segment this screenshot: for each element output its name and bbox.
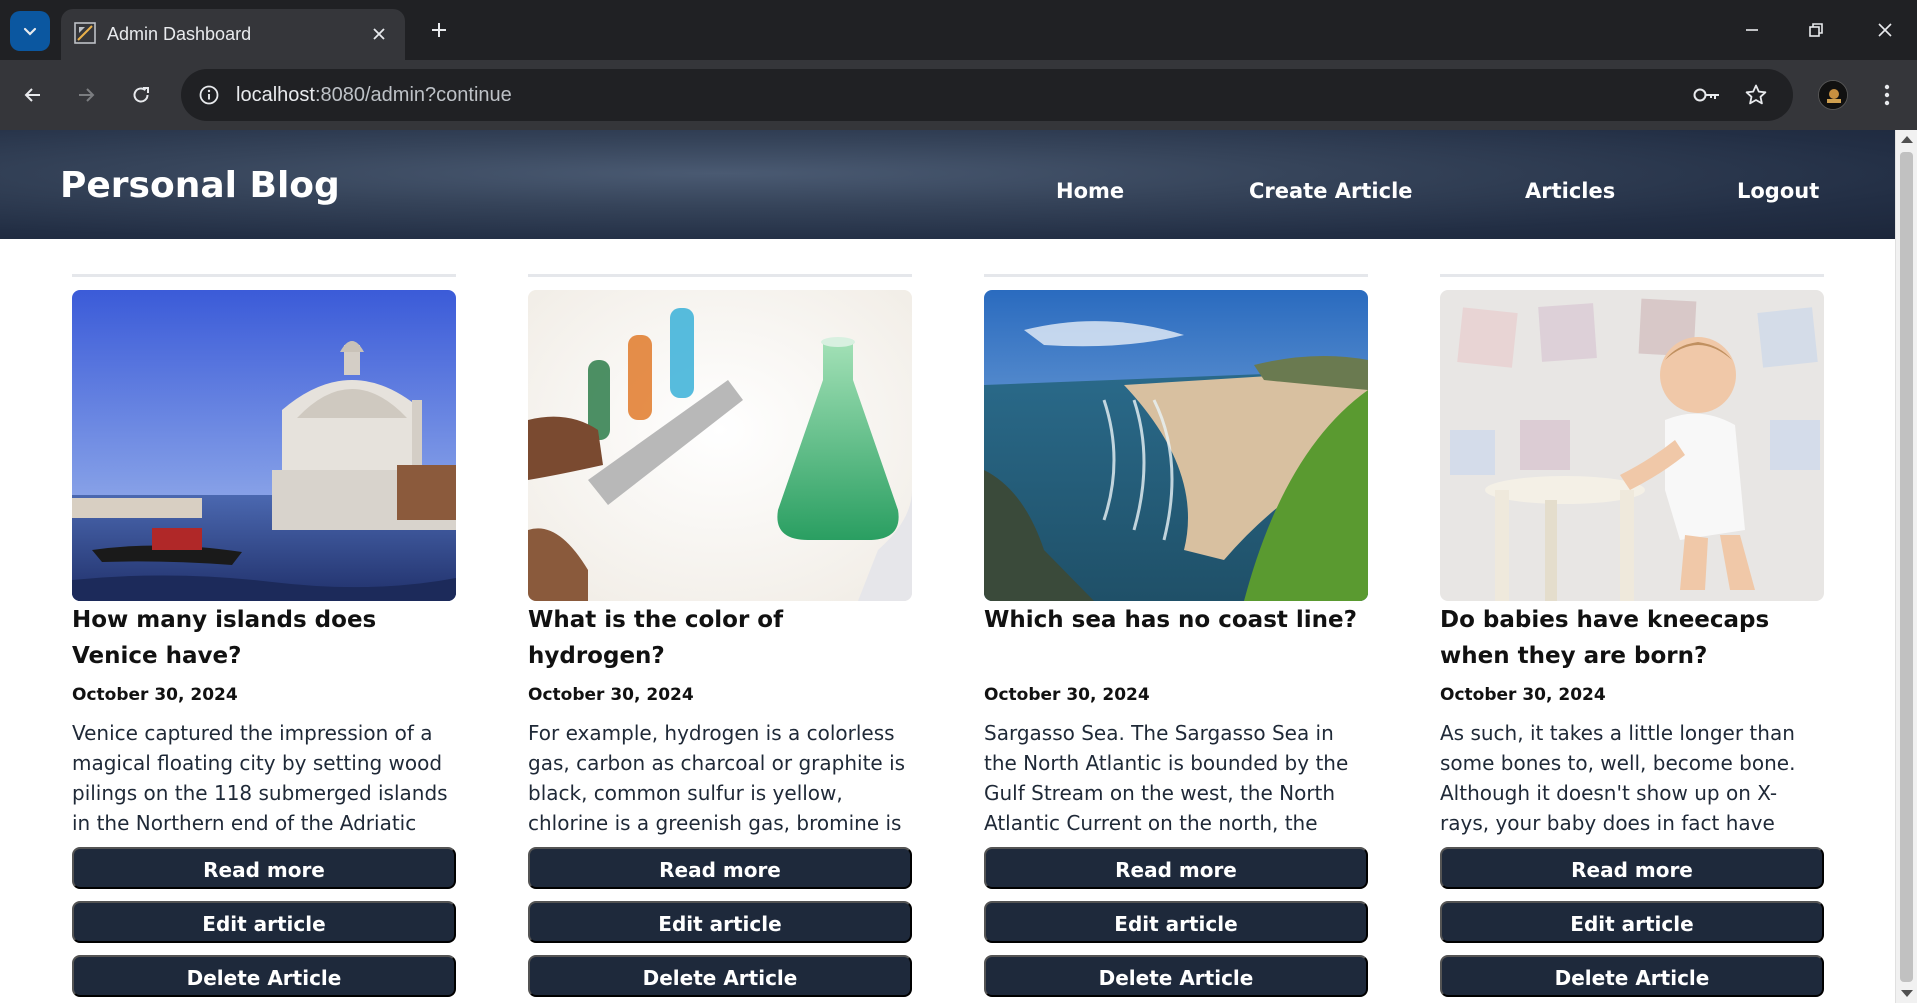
article-date: October 30, 2024 (72, 685, 238, 705)
restore-button[interactable] (1796, 10, 1836, 50)
article-title: Do babies have kneecaps when they are bo… (1440, 607, 1770, 669)
close-icon (373, 28, 385, 40)
article-card: Do babies have kneecaps when they are bo… (1440, 274, 1824, 1003)
edit-article-button[interactable]: Edit article (1440, 901, 1824, 943)
coastline-photo (984, 290, 1368, 601)
new-tab-button[interactable] (424, 12, 454, 48)
arrow-left-icon (24, 88, 40, 102)
article-card: Which sea has no coast line? October 30,… (984, 274, 1368, 1003)
window-close-button[interactable] (1865, 10, 1905, 50)
read-more-button[interactable]: Read more (528, 847, 912, 889)
info-icon (199, 85, 219, 105)
article-excerpt: For example, hydrogen is a colorless gas… (528, 721, 906, 835)
read-more-button[interactable]: Read more (1440, 847, 1824, 889)
delete-article-button[interactable]: Delete Article (1440, 955, 1824, 997)
tab-title: Admin Dashboard (107, 24, 252, 44)
minimize-icon (1746, 29, 1758, 31)
article-excerpt: As such, it takes a little longer than s… (1440, 721, 1796, 835)
star-icon (1745, 84, 1767, 105)
delete-article-button[interactable]: Delete Article (72, 955, 456, 997)
page-scrollbar[interactable] (1895, 130, 1917, 1003)
bookmark-button[interactable] (1740, 79, 1772, 111)
article-excerpt: Venice captured the impression of a magi… (72, 721, 448, 835)
article-date: October 30, 2024 (984, 685, 1150, 705)
browser-toolbar: localhost:8080/admin?continue (0, 60, 1917, 130)
restore-icon (1809, 23, 1823, 37)
article-image (528, 290, 912, 601)
article-image (72, 290, 456, 601)
tab-search-button[interactable] (10, 11, 50, 51)
key-icon (1693, 88, 1719, 102)
browser-tab-strip: Admin Dashboard (0, 0, 1917, 60)
article-date: October 30, 2024 (528, 685, 694, 705)
chevron-down-icon (23, 27, 37, 36)
site-info-button[interactable] (195, 81, 223, 109)
back-button[interactable] (13, 75, 53, 115)
scroll-up-arrow-icon[interactable] (1901, 136, 1913, 143)
card-divider (72, 274, 456, 277)
article-image (1440, 290, 1824, 601)
delete-article-button[interactable]: Delete Article (528, 955, 912, 997)
article-title: Which sea has no coast line? (984, 607, 1357, 633)
card-divider (1440, 274, 1824, 277)
url-text: localhost:8080/admin?continue (236, 81, 512, 109)
article-image (984, 290, 1368, 601)
test-tubes-photo (528, 290, 912, 601)
delete-article-button[interactable]: Delete Article (984, 955, 1368, 997)
minimize-button[interactable] (1732, 10, 1772, 50)
reload-icon (133, 87, 149, 103)
plus-icon (432, 23, 446, 37)
password-manager-button[interactable] (1691, 79, 1723, 111)
url-host: localhost (236, 84, 315, 106)
favicon-icon (74, 22, 96, 44)
card-divider (528, 274, 912, 277)
read-more-button[interactable]: Read more (72, 847, 456, 889)
nav-home[interactable]: Home (1056, 177, 1124, 205)
article-excerpt: Sargasso Sea. The Sargasso Sea in the No… (984, 721, 1349, 835)
scroll-down-arrow-icon[interactable] (1901, 990, 1913, 997)
nav-create-article[interactable]: Create Article (1249, 177, 1413, 205)
url-path: :8080/admin?continue (314, 84, 512, 106)
browser-tab-active[interactable]: Admin Dashboard (61, 9, 405, 60)
nav-logout[interactable]: Logout (1737, 177, 1819, 205)
edit-article-button[interactable]: Edit article (528, 901, 912, 943)
baby-photo (1440, 290, 1824, 601)
arrow-right-icon (79, 88, 95, 102)
tab-close-button[interactable] (365, 20, 393, 48)
read-more-button[interactable]: Read more (984, 847, 1368, 889)
article-title: How many islands does Venice have? (72, 607, 377, 669)
forward-button[interactable] (66, 75, 106, 115)
article-title: What is the color of hydrogen? (528, 607, 784, 669)
venice-photo (72, 290, 456, 601)
edit-article-button[interactable]: Edit article (72, 901, 456, 943)
browser-menu-button[interactable] (1871, 78, 1903, 112)
more-vertical-icon (1884, 84, 1890, 106)
article-date: October 30, 2024 (1440, 685, 1606, 705)
card-divider (984, 274, 1368, 277)
close-icon (1878, 23, 1892, 37)
profile-avatar[interactable] (1818, 80, 1848, 110)
article-card: How many islands does Venice have? Octob… (72, 274, 456, 1003)
reload-button[interactable] (121, 75, 161, 115)
scroll-thumb[interactable] (1900, 152, 1913, 982)
article-card: What is the color of hydrogen? October 3… (528, 274, 912, 1003)
address-bar[interactable]: localhost:8080/admin?continue (181, 69, 1793, 121)
edit-article-button[interactable]: Edit article (984, 901, 1368, 943)
site-title[interactable]: Personal Blog (60, 164, 340, 208)
nav-articles[interactable]: Articles (1525, 177, 1615, 205)
site-header: Personal Blog Home Create Article Articl… (0, 130, 1895, 239)
